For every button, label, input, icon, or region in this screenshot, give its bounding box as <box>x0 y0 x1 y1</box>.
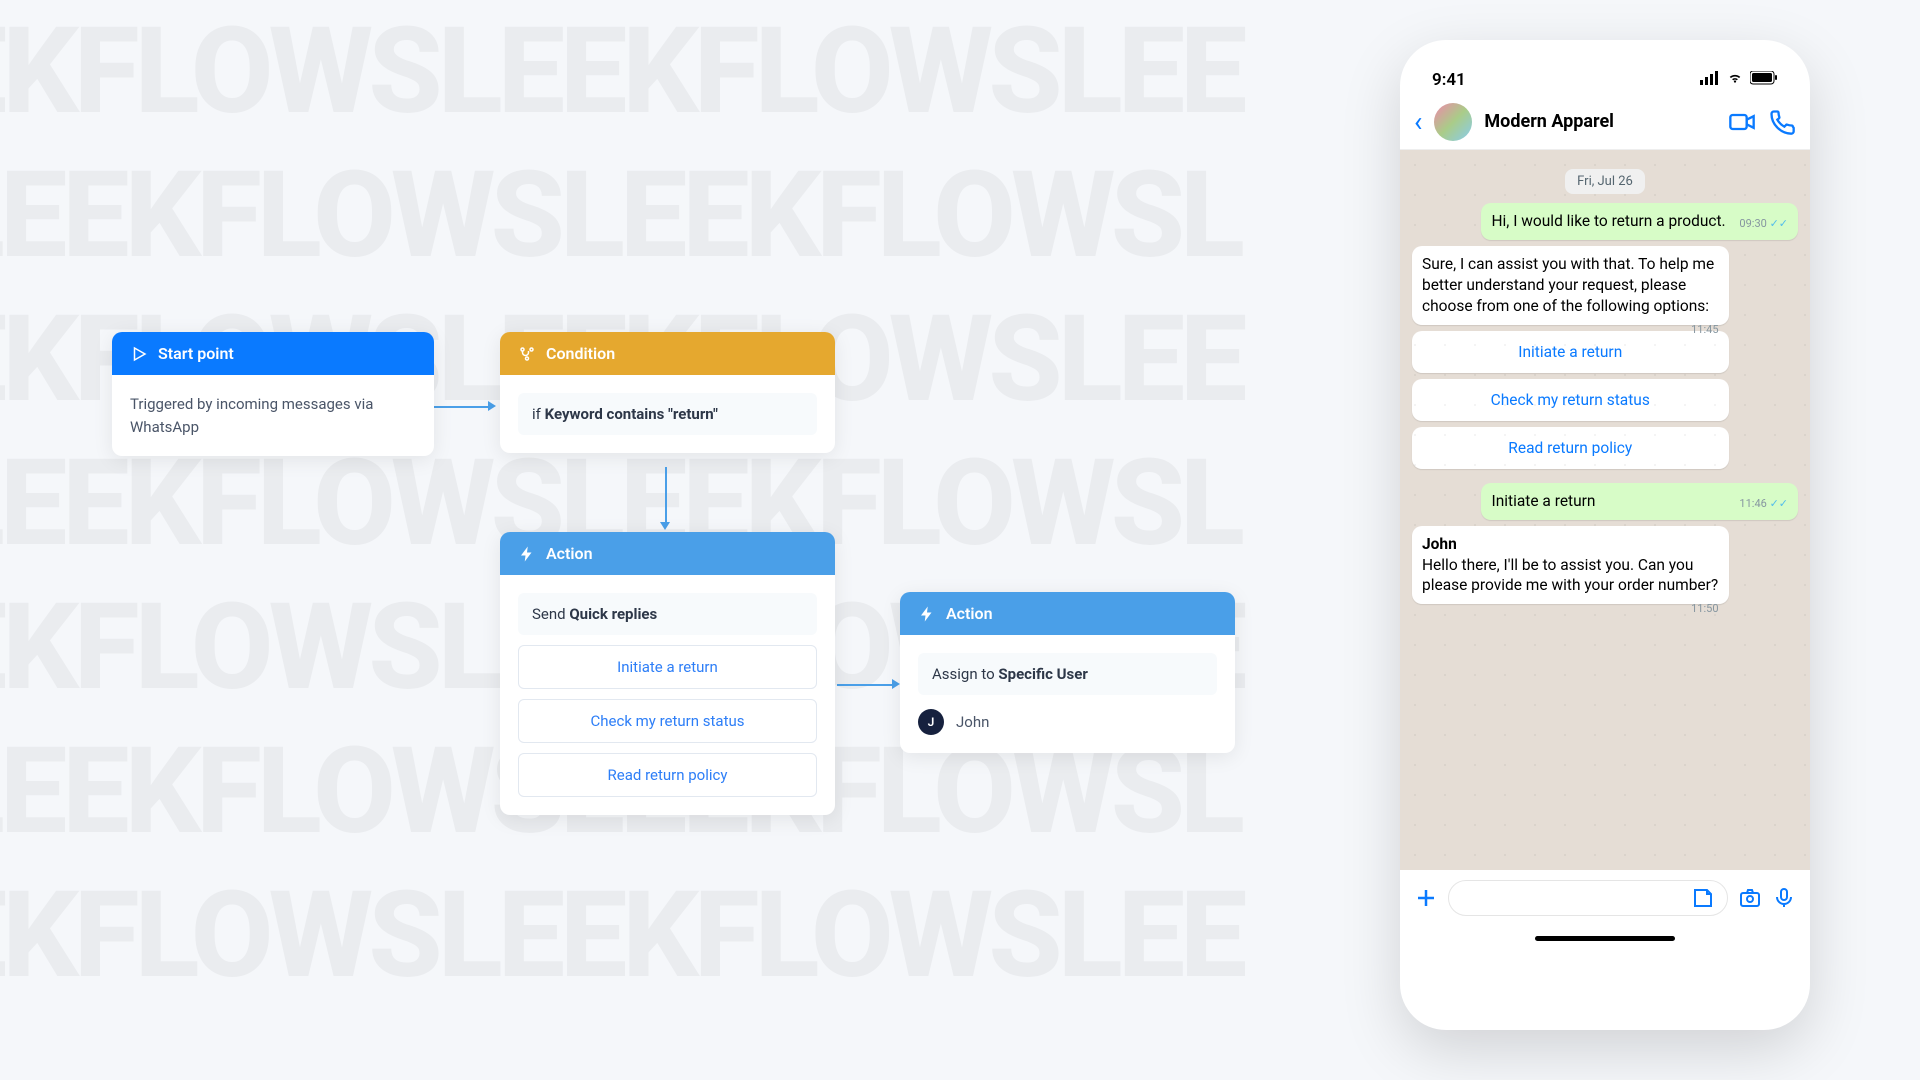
mic-icon[interactable] <box>1772 886 1796 910</box>
condition-rule: if Keyword contains "return" <box>518 393 817 435</box>
back-icon[interactable]: ‹ <box>1414 105 1422 138</box>
action-title: Action <box>946 604 993 623</box>
home-indicator <box>1535 936 1675 941</box>
start-title: Start point <box>158 344 234 363</box>
quick-reply-option[interactable]: Read return policy <box>518 753 817 797</box>
read-ticks-icon: ✓✓ <box>1770 497 1788 510</box>
action-send-node[interactable]: Action Send Quick replies Initiate a ret… <box>500 532 835 815</box>
condition-title: Condition <box>546 344 615 363</box>
status-bar: 9:41 <box>1400 40 1810 94</box>
quick-reply-option[interactable]: Initiate a return <box>518 645 817 689</box>
read-ticks-icon: ✓✓ <box>1770 217 1788 230</box>
connector <box>665 467 667 522</box>
signal-icon <box>1700 70 1720 90</box>
action-title: Action <box>546 544 593 563</box>
user-name: John <box>956 713 989 731</box>
message-outgoing: Initiate a return 11:46 ✓✓ <box>1481 483 1798 520</box>
status-time: 9:41 <box>1432 70 1466 90</box>
video-call-icon[interactable] <box>1728 108 1756 136</box>
user-avatar: J <box>918 709 944 735</box>
quick-reply-button[interactable]: Read return policy <box>1412 427 1729 469</box>
message-incoming: John Hello there, I'll be to assist you.… <box>1412 526 1729 605</box>
battery-icon <box>1750 70 1778 90</box>
action-assign-label: Assign to Specific User <box>918 653 1217 695</box>
bolt-icon <box>918 605 936 623</box>
chat-header: ‹ Modern Apparel <box>1400 94 1810 150</box>
connector <box>837 684 892 686</box>
bolt-icon <box>518 545 536 563</box>
wifi-icon <box>1726 70 1744 90</box>
plus-icon[interactable] <box>1414 886 1438 910</box>
start-node[interactable]: Start point Triggered by incoming messag… <box>112 332 434 456</box>
contact-name[interactable]: Modern Apparel <box>1484 111 1716 132</box>
connector <box>433 406 488 408</box>
condition-node[interactable]: Condition if Keyword contains "return" <box>500 332 835 453</box>
sender-name: John <box>1422 535 1457 553</box>
assigned-user: J John <box>918 709 1217 735</box>
date-separator: Fri, Jul 26 <box>1412 170 1798 189</box>
arrow-head-icon <box>660 522 670 530</box>
arrow-head-icon <box>488 401 496 411</box>
call-icon[interactable] <box>1768 108 1796 136</box>
chat-input-bar <box>1400 870 1810 926</box>
camera-icon[interactable] <box>1738 886 1762 910</box>
message-outgoing: Hi, I would like to return a product. 09… <box>1481 203 1798 240</box>
start-body: Triggered by incoming messages via Whats… <box>112 375 434 456</box>
quick-reply-option[interactable]: Check my return status <box>518 699 817 743</box>
chat-messages[interactable]: Fri, Jul 26 Hi, I would like to return a… <box>1400 150 1810 870</box>
play-icon <box>130 345 148 363</box>
arrow-head-icon <box>892 679 900 689</box>
action-send-label: Send Quick replies <box>518 593 817 635</box>
sticker-icon[interactable] <box>1691 886 1715 910</box>
message-input[interactable] <box>1448 880 1728 916</box>
message-incoming: Sure, I can assist you with that. To hel… <box>1412 246 1729 325</box>
quick-reply-button[interactable]: Initiate a return <box>1412 331 1729 373</box>
contact-avatar[interactable] <box>1434 103 1472 141</box>
phone-mockup: 9:41 ‹ Modern Apparel Fri, Jul 26 Hi, I … <box>1400 40 1810 1030</box>
action-assign-node[interactable]: Action Assign to Specific User J John <box>900 592 1235 753</box>
quick-reply-button[interactable]: Check my return status <box>1412 379 1729 421</box>
branch-icon <box>518 345 536 363</box>
